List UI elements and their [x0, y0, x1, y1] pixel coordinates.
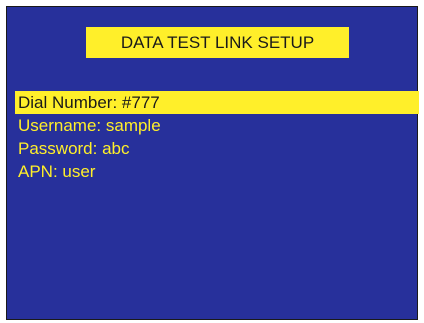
menu-item-dial-number[interactable]: Dial Number: #777: [15, 91, 419, 114]
menu-item-apn[interactable]: APN: user: [15, 160, 419, 183]
screen-title: DATA TEST LINK SETUP: [86, 27, 349, 58]
device-screen: DATA TEST LINK SETUP Dial Number: #777 U…: [0, 0, 424, 323]
menu-item-username[interactable]: Username: sample: [15, 114, 419, 137]
settings-menu: Dial Number: #777 Username: sample Passw…: [15, 91, 419, 183]
setup-panel: DATA TEST LINK SETUP Dial Number: #777 U…: [6, 6, 419, 320]
menu-item-password[interactable]: Password: abc: [15, 137, 419, 160]
